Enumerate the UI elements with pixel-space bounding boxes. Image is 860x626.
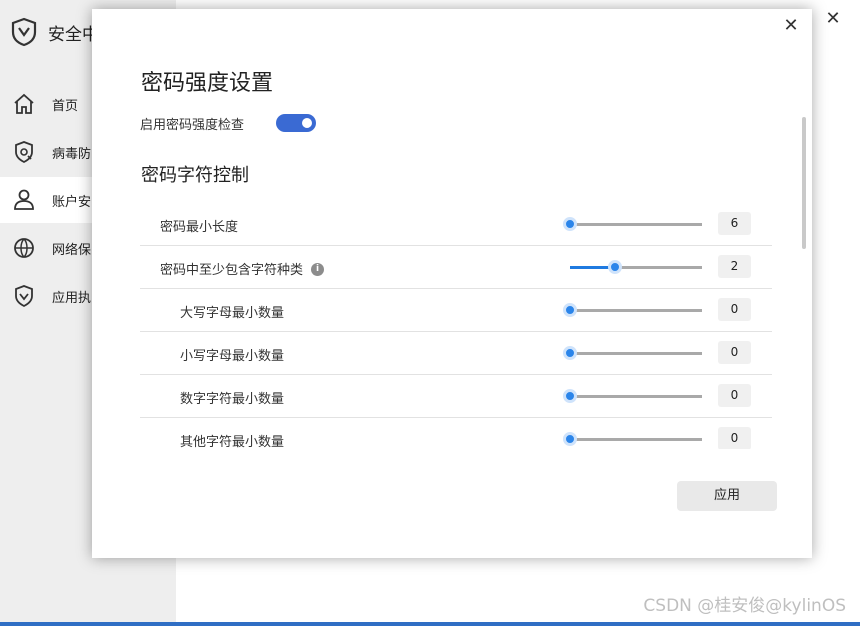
list-item: 小写字母最小数量 0 [140, 331, 772, 375]
dialog-scrollbar[interactable] [802, 117, 806, 249]
slider-thumb[interactable] [563, 346, 577, 360]
character-control-list: 密码最小长度 6 密码中至少包含字符种类 i 2 大写字母最小数量 0 小写字母最… [140, 202, 772, 449]
app-close-icon[interactable]: ✕ [822, 8, 844, 30]
slider-thumb[interactable] [563, 217, 577, 231]
password-check-toggle[interactable] [276, 114, 316, 132]
dialog-title: 密码强度设置 [141, 71, 274, 96]
slider-thumb[interactable] [563, 432, 577, 446]
app-logo-row: 安全中 [10, 16, 99, 48]
row-slider[interactable] [570, 260, 702, 274]
row-slider[interactable] [563, 389, 702, 403]
list-item: 数字字符最小数量 0 [140, 374, 772, 418]
section-title: 密码字符控制 [141, 165, 249, 186]
sidebar-item-label: 首页 [52, 98, 79, 114]
slider-thumb[interactable] [563, 389, 577, 403]
shield-logo-icon [11, 17, 37, 47]
row-label: 密码中至少包含字符种类 i [160, 259, 325, 278]
list-item: 其他字符最小数量 0 [140, 417, 772, 449]
list-item: 大写字母最小数量 0 [140, 288, 772, 332]
list-item: 密码最小长度 6 [140, 202, 772, 246]
row-label: 其他字符最小数量 [180, 435, 285, 449]
row-label: 数字字符最小数量 [180, 392, 285, 407]
sidebar-item-label: 应用执 [52, 290, 92, 306]
row-slider[interactable] [563, 303, 702, 317]
row-label: 大写字母最小数量 [180, 306, 285, 321]
slider-thumb[interactable] [563, 303, 577, 317]
list-item: 密码中至少包含字符种类 i 2 [140, 245, 772, 289]
toggle-label: 启用密码强度检查 [140, 117, 245, 133]
password-check-toggle-row: 启用密码强度检查 [140, 112, 316, 134]
globe-icon [14, 238, 34, 258]
row-value[interactable]: 0 [718, 427, 751, 449]
slider-thumb[interactable] [607, 260, 622, 274]
sidebar-item-label: 账户安 [52, 194, 92, 210]
row-value[interactable]: 2 [718, 255, 751, 278]
row-value[interactable]: 0 [718, 298, 751, 321]
row-value[interactable]: 0 [718, 384, 751, 407]
row-slider[interactable] [563, 432, 702, 446]
watermark: CSDN @桂安俊@kylinOS [643, 596, 846, 616]
sidebar-item-label: 网络保 [52, 242, 92, 258]
row-slider[interactable] [563, 346, 702, 360]
row-slider[interactable] [563, 217, 702, 231]
virus-shield-icon [15, 141, 33, 164]
row-label: 密码最小长度 [160, 220, 239, 235]
info-icon[interactable]: i [311, 263, 325, 276]
row-value[interactable]: 6 [718, 212, 751, 235]
app-shield-icon [15, 285, 33, 308]
sidebar-item-label: 病毒防 [52, 146, 92, 162]
user-icon [14, 189, 34, 210]
home-icon [14, 93, 34, 114]
apply-button[interactable]: 应用 [677, 481, 777, 511]
dialog-close-icon[interactable]: ✕ [780, 15, 802, 37]
password-strength-dialog: ✕ 密码强度设置 启用密码强度检查 密码字符控制 密码最小长度 6 密码中至少包… [92, 9, 812, 558]
toggle-knob [302, 118, 312, 128]
row-label-text: 密码中至少包含字符种类 [160, 263, 304, 278]
window-bottom-border [0, 622, 860, 626]
row-value[interactable]: 0 [718, 341, 751, 364]
row-label: 小写字母最小数量 [180, 349, 285, 364]
